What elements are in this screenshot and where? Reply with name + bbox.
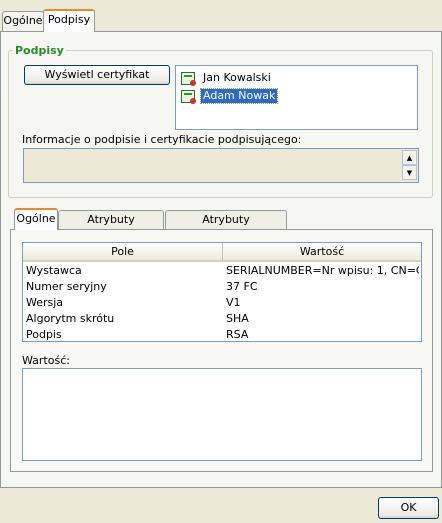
signature-info-field[interactable] bbox=[23, 148, 419, 183]
table-cell-value: 37 FC bbox=[226, 280, 258, 293]
signature-info-label: Informacje o podpisie i certyfikacie pod… bbox=[22, 133, 302, 146]
table-cell-value: SERIALNUMBER=Nr wpisu: 1, CN=CE... bbox=[226, 264, 419, 277]
column-header-field[interactable]: Pole bbox=[23, 243, 223, 262]
list-item[interactable]: Adam Nowak bbox=[181, 88, 279, 104]
tab-signatures[interactable]: Podpisy bbox=[43, 9, 95, 32]
arrow-up-icon: ▲ bbox=[406, 153, 413, 162]
show-certificate-button[interactable]: Wyświetl certyfikat bbox=[24, 65, 170, 85]
column-header-value[interactable]: Wartość bbox=[223, 243, 421, 262]
tab-unsigned-attributes[interactable]: Atrybuty niepodpisane bbox=[165, 210, 287, 244]
table-cell-field: Wersja bbox=[26, 296, 64, 309]
ok-button[interactable]: OK bbox=[378, 497, 439, 519]
signatures-group-title: Podpisy bbox=[13, 44, 66, 57]
signers-list[interactable]: Jan Kowalski Adam Nowak bbox=[175, 65, 418, 130]
details-panel: Pole Wartość Wystawca SERIALNUMBER=Nr wp… bbox=[10, 229, 433, 472]
tab-details-general[interactable]: Ogólne bbox=[14, 208, 58, 230]
certificate-icon bbox=[181, 89, 196, 104]
tab-signed-attributes[interactable]: Atrybuty podpisane bbox=[58, 210, 164, 244]
signer-name: Adam Nowak bbox=[199, 88, 279, 104]
table-cell-value: SHA bbox=[226, 312, 249, 325]
scroll-up-button[interactable]: ▲ bbox=[402, 150, 417, 165]
value-field[interactable] bbox=[22, 368, 422, 461]
table-cell-value: RSA bbox=[226, 328, 249, 341]
value-label: Wartość: bbox=[22, 354, 70, 367]
list-item[interactable]: Jan Kowalski bbox=[181, 70, 273, 86]
signatures-panel: Podpisy Wyświetl certyfikat Jan Kowalski… bbox=[0, 31, 442, 488]
table-cell-value: V1 bbox=[226, 296, 241, 309]
details-table[interactable]: Pole Wartość Wystawca SERIALNUMBER=Nr wp… bbox=[22, 242, 422, 342]
table-cell-field: Wystawca bbox=[26, 264, 82, 277]
scroll-down-button[interactable]: ▼ bbox=[402, 165, 417, 180]
tab-general[interactable]: Ogólne bbox=[2, 11, 44, 31]
table-cell-field: Podpis bbox=[26, 328, 62, 341]
table-cell-field: Numer seryjny bbox=[26, 280, 107, 293]
signer-name: Jan Kowalski bbox=[203, 71, 271, 84]
arrow-down-icon: ▼ bbox=[406, 168, 413, 177]
certificate-icon bbox=[181, 71, 196, 86]
table-cell-field: Algorytm skrótu bbox=[26, 312, 115, 325]
